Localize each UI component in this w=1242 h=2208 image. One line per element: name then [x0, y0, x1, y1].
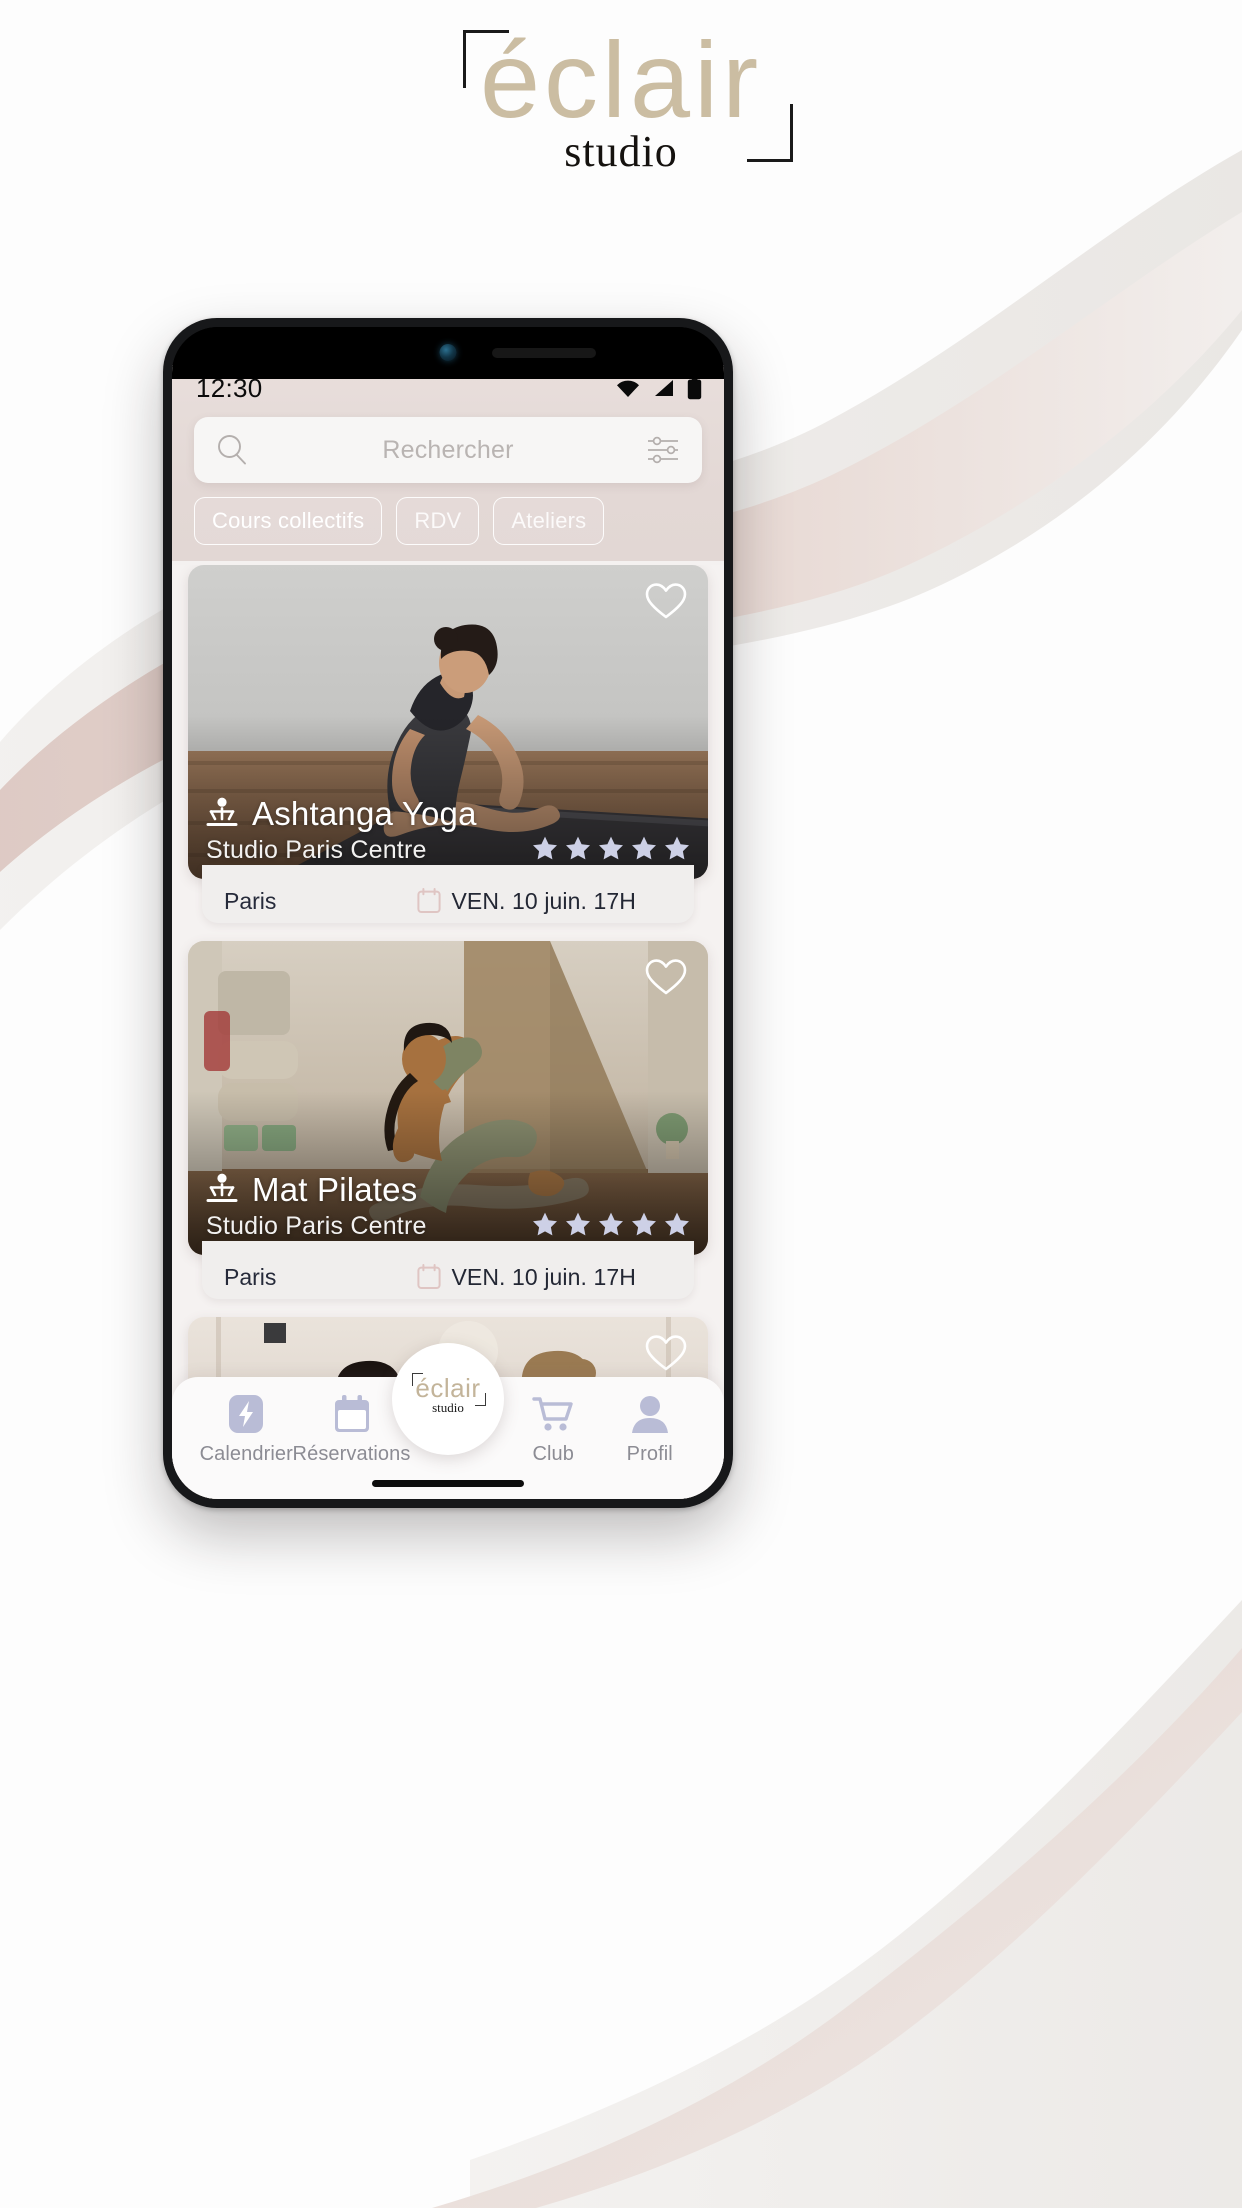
filter-chips: Cours collectifs RDV Ateliers: [194, 497, 702, 545]
card-image[interactable]: Mat Pilates Studio Paris Centre: [188, 941, 708, 1255]
nav-label-calendrier: Calendrier: [199, 1443, 293, 1465]
wifi-icon: [617, 380, 639, 397]
battery-icon: [687, 376, 702, 400]
card-studio: Studio Paris Centre: [206, 1212, 427, 1240]
nav-label-reservations: Réservations: [292, 1443, 411, 1465]
person-avatar-icon[interactable]: [629, 1393, 671, 1435]
chip-cours-collectifs[interactable]: Cours collectifs: [194, 497, 383, 545]
class-card[interactable]: Ashtanga Yoga Studio Paris Centre Paris …: [188, 565, 708, 923]
card-text-overlay: Ashtanga Yoga Studio Paris Centre: [188, 795, 708, 879]
card-city: Paris: [224, 887, 277, 914]
page-root: éclair studio 12:30 Rechercher Cours col…: [0, 0, 1242, 2208]
meditation-person-icon: [206, 797, 238, 826]
card-title: Ashtanga Yoga: [252, 795, 477, 832]
eclair-studio-fab-button[interactable]: éclair studio: [392, 1343, 504, 1455]
card-image[interactable]: Ashtanga Yoga Studio Paris Centre: [188, 565, 708, 879]
nav-item-profil[interactable]: Profil: [602, 1393, 699, 1466]
star-icon: [533, 836, 557, 860]
class-card[interactable]: Mat Pilates Studio Paris Centre Paris VE…: [188, 941, 708, 1299]
calendar-icon: [417, 888, 442, 913]
star-icon: [599, 836, 623, 860]
fab-brand-subtitle: studio: [432, 1400, 464, 1415]
lightning-bolt-icon[interactable]: [225, 1393, 267, 1435]
card-text-overlay: Mat Pilates Studio Paris Centre: [188, 1171, 708, 1255]
phone-mockup: 12:30 Rechercher Cours collectifs RDV At…: [163, 318, 733, 1508]
card-studio: Studio Paris Centre: [206, 836, 427, 864]
search-input[interactable]: Rechercher: [250, 436, 646, 465]
filter-sliders-icon[interactable]: [646, 435, 682, 465]
star-icon: [665, 836, 689, 860]
eclair-studio-logo-icon: éclair studio: [408, 1373, 488, 1425]
nav-item-club[interactable]: Club: [505, 1393, 602, 1466]
star-icon: [665, 1212, 689, 1236]
brand-subtitle: studio: [564, 127, 678, 176]
calendar-icon: [417, 1264, 442, 1289]
star-icon: [533, 1212, 557, 1236]
brand-name: éclair: [479, 19, 763, 140]
calendar-icon[interactable]: [331, 1393, 373, 1435]
front-camera-icon: [439, 344, 457, 361]
star-icon: [632, 836, 656, 860]
card-datetime: VEN. 10 juin. 17H: [451, 1263, 636, 1290]
phone-screen: 12:30 Rechercher Cours collectifs RDV At…: [172, 365, 724, 1499]
card-city: Paris: [224, 1263, 277, 1290]
brand-logo: éclair studio: [0, 22, 1242, 192]
nav-item-calendrier[interactable]: Calendrier: [198, 1393, 295, 1466]
search-icon[interactable]: [214, 432, 250, 468]
status-icons: [615, 376, 702, 400]
nav-label-profil: Profil: [626, 1443, 673, 1465]
card-datetime: VEN. 10 juin. 17H: [451, 887, 636, 914]
meditation-person-icon: [206, 1173, 238, 1202]
search-bar[interactable]: Rechercher: [194, 417, 702, 483]
shopping-cart-icon[interactable]: [532, 1393, 574, 1435]
chip-rdv[interactable]: RDV: [396, 497, 480, 545]
favorite-heart-icon[interactable]: [644, 581, 688, 621]
cellular-signal-icon: [655, 380, 673, 396]
star-icon: [566, 836, 590, 860]
chip-ateliers[interactable]: Ateliers: [493, 497, 605, 545]
card-title: Mat Pilates: [252, 1171, 418, 1208]
favorite-heart-icon[interactable]: [644, 1333, 688, 1373]
star-icon: [566, 1212, 590, 1236]
search-header: Rechercher Cours collectifs RDV Ateliers: [172, 411, 724, 561]
nav-label-club: Club: [532, 1443, 575, 1465]
earpiece-speaker: [492, 348, 597, 358]
rating-stars: [532, 835, 690, 865]
rating-stars: [532, 1211, 690, 1241]
star-icon: [632, 1212, 656, 1236]
star-icon: [599, 1212, 623, 1236]
home-indicator[interactable]: [372, 1480, 524, 1487]
favorite-heart-icon[interactable]: [644, 957, 688, 997]
